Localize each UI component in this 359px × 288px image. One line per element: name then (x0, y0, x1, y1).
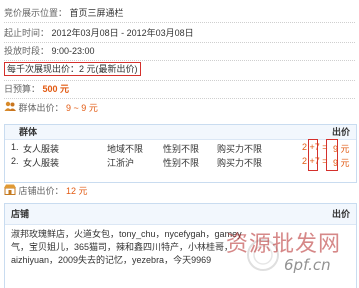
divider (4, 22, 355, 23)
crowd-table-header: 群体 出价 (5, 125, 356, 140)
shop-icon (4, 184, 16, 199)
row-power: 购买力不限 (217, 158, 263, 168)
period-row: 投放时段： 9:00-23:00 (4, 44, 355, 58)
divider (4, 60, 355, 61)
increment-highlight (308, 139, 318, 171)
row-crowd-name: 女人服装 (23, 158, 60, 168)
time-value: 2012年03月08日 - 2012年03月08日 (51, 28, 194, 38)
period-value: 9:00-23:00 (51, 46, 95, 56)
crowd-bid-range: 9 ~ 9 元 (66, 103, 98, 113)
shop-bid-row: 店铺出价： 12 元 (4, 184, 355, 198)
shop-table-header: 店铺 出价 (5, 204, 356, 225)
watermark-text: 资源批发网 (226, 232, 342, 257)
shop-header-bid: 出价 (331, 209, 350, 219)
shop-bid-label: 店铺出价： (18, 186, 64, 196)
crowd-bid-row: 群体出价： 9 ~ 9 元 (4, 101, 355, 115)
total-highlight (326, 139, 338, 171)
people-icon (4, 101, 16, 116)
row-crowd-name: 女人服装 (23, 144, 60, 154)
bid-row: 每千次展现出价：2 元(最新出价) (4, 62, 355, 76)
shop-header-title: 店铺 (11, 209, 30, 219)
row-num: 1. (11, 142, 19, 152)
period-label: 投放时段： (4, 46, 50, 56)
crowd-table: 群体 出价 1. 女人服装 地域不限 性别不限 购买力不限 2 +7 = 9 元… (4, 124, 357, 183)
budget-row: 日预算： 500 元 (4, 82, 355, 96)
budget-label: 日预算： (4, 84, 41, 94)
position-row: 竞价展示位置： 首页三屏通栏 (4, 6, 355, 20)
row-gender: 性别不限 (163, 158, 200, 168)
divider (4, 42, 355, 43)
row-power: 购买力不限 (217, 144, 263, 154)
row-region: 地域不限 (107, 144, 144, 154)
row-num: 2. (11, 156, 19, 166)
position-label: 竞价展示位置： (4, 8, 68, 18)
position-value: 首页三屏通栏 (69, 8, 124, 18)
budget-value: 500 元 (42, 84, 70, 94)
crowd-bid-label: 群体出价： (18, 103, 64, 113)
time-label: 起止时间： (4, 28, 50, 38)
table-row: 2. 女人服装 江浙沪 性别不限 购买力不限 2 +7 = 9 元 (11, 156, 351, 169)
shop-bid-value: 12 元 (66, 186, 88, 196)
watermark-url: 6pf.cn (284, 256, 331, 274)
time-row: 起止时间： 2012年03月08日 - 2012年03月08日 (4, 26, 355, 40)
divider (4, 98, 355, 99)
crowd-header-bid: 出价 (331, 127, 350, 137)
bid-highlight: 每千次展现出价：2 元(最新出价) (4, 62, 141, 76)
crowd-header-title: 群体 (19, 127, 38, 137)
table-row: 1. 女人服装 地域不限 性别不限 购买力不限 2 +7 = 9 元 (11, 142, 351, 155)
row-gender: 性别不限 (163, 144, 200, 154)
row-region: 江浙沪 (107, 158, 135, 168)
divider (4, 80, 355, 81)
